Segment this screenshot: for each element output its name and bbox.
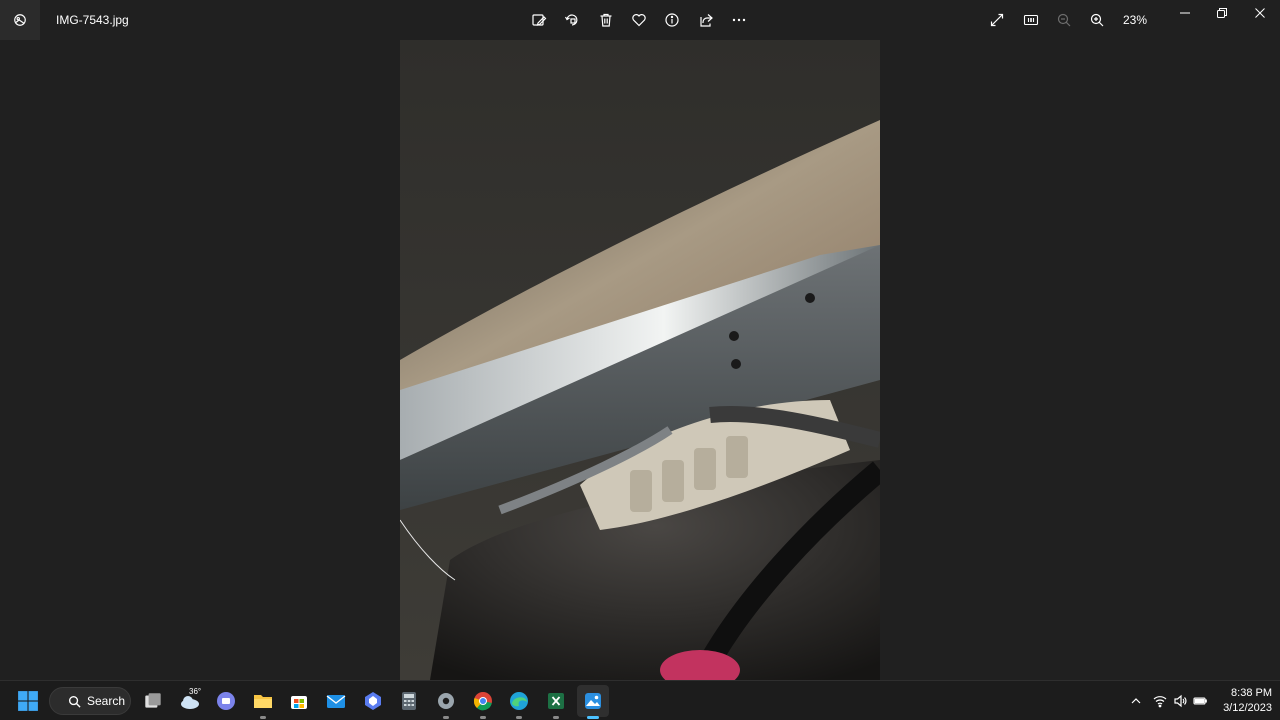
chrome-icon[interactable]	[467, 685, 499, 719]
rotate-icon[interactable]	[558, 6, 586, 34]
zoom-out-icon[interactable]	[1050, 6, 1078, 34]
show-hidden-icons-icon[interactable]	[1126, 691, 1146, 711]
file-name: IMG-7543.jpg	[56, 13, 129, 27]
photos-app-window: IMG-7543.jpg 23%	[0, 0, 1280, 680]
search-label: Search	[87, 694, 126, 708]
actual-size-icon[interactable]	[1017, 6, 1045, 34]
search-icon	[68, 695, 81, 708]
settings-icon[interactable]	[430, 685, 462, 719]
start-icon[interactable]	[12, 685, 44, 717]
mail-icon[interactable]	[320, 685, 352, 717]
edge-icon[interactable]	[503, 685, 535, 719]
battery-icon[interactable]	[1190, 691, 1210, 711]
photos-app-icon[interactable]	[0, 0, 40, 40]
taskbar: Search 8:38 PM 3/12/2023	[0, 680, 1280, 720]
taskbar-search[interactable]: Search	[49, 687, 131, 715]
photos-taskbar-icon[interactable]	[577, 685, 609, 719]
info-icon[interactable]	[658, 6, 686, 34]
minimize-icon[interactable]	[1166, 0, 1204, 26]
wifi-icon[interactable]	[1150, 691, 1170, 711]
zoom-in-icon[interactable]	[1083, 6, 1111, 34]
volume-icon[interactable]	[1170, 691, 1190, 711]
clock-time: 8:38 PM	[1231, 687, 1272, 699]
teams-chat-icon[interactable]	[210, 685, 242, 717]
displayed-photo	[400, 40, 880, 680]
fullscreen-icon[interactable]	[983, 6, 1011, 34]
copilot-icon[interactable]	[357, 685, 389, 717]
favorite-icon[interactable]	[625, 6, 653, 34]
zoom-level[interactable]: 23%	[1120, 12, 1150, 28]
clock[interactable]: 8:38 PM 3/12/2023	[1214, 686, 1272, 716]
calculator-icon[interactable]	[393, 685, 425, 717]
share-icon[interactable]	[692, 6, 720, 34]
delete-icon[interactable]	[592, 6, 620, 34]
more-icon[interactable]	[725, 6, 753, 34]
close-icon[interactable]	[1241, 0, 1279, 26]
task-view-icon[interactable]	[137, 685, 169, 717]
microsoft-store-icon[interactable]	[283, 685, 315, 717]
title-bar: IMG-7543.jpg 23%	[0, 0, 1280, 40]
weather-temperature: 36°	[189, 687, 202, 696]
file-explorer-icon[interactable]	[247, 685, 279, 719]
edit-image-icon[interactable]	[525, 6, 553, 34]
restore-icon[interactable]	[1203, 0, 1241, 26]
clock-date: 3/12/2023	[1223, 702, 1272, 714]
excel-icon[interactable]	[540, 685, 572, 719]
